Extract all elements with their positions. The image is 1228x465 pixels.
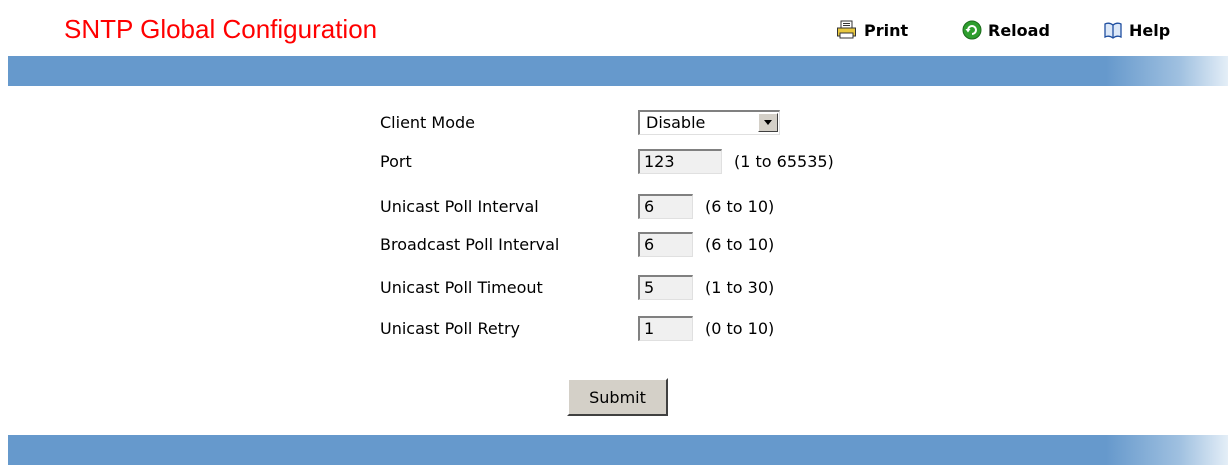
page-title: SNTP Global Configuration <box>64 14 378 44</box>
help-book-icon <box>1104 22 1122 39</box>
port-input[interactable]: 123 <box>638 148 722 174</box>
broadcast-poll-interval-range: (6 to 10) <box>705 234 775 254</box>
unicast-poll-timeout-range: (1 to 30) <box>705 277 775 297</box>
print-label: Print <box>864 20 909 40</box>
reload-label: Reload <box>988 20 1050 40</box>
client-mode-select[interactable]: Disable <box>638 109 780 135</box>
submit-button[interactable]: Submit <box>567 378 668 416</box>
unicast-poll-timeout-label: Unicast Poll Timeout <box>380 277 543 297</box>
port-row: Port 123 (1 to 65535) <box>380 146 834 176</box>
unicast-poll-timeout-row: Unicast Poll Timeout 5 (1 to 30) <box>380 272 774 302</box>
header-band <box>8 56 1228 86</box>
unicast-poll-interval-row: Unicast Poll Interval 6 (6 to 10) <box>380 191 774 221</box>
print-button[interactable]: Print <box>836 18 908 42</box>
unicast-poll-retry-label: Unicast Poll Retry <box>380 318 520 338</box>
chevron-down-icon <box>764 119 772 125</box>
footer-band <box>8 435 1228 465</box>
broadcast-poll-interval-row: Broadcast Poll Interval 6 (6 to 10) <box>380 229 774 259</box>
unicast-poll-interval-input[interactable]: 6 <box>638 193 693 219</box>
port-range: (1 to 65535) <box>734 151 834 171</box>
client-mode-label: Client Mode <box>380 112 475 132</box>
reload-button[interactable]: Reload <box>962 18 1050 42</box>
unicast-poll-interval-label: Unicast Poll Interval <box>380 196 539 216</box>
broadcast-poll-interval-input[interactable]: 6 <box>638 231 693 257</box>
unicast-poll-interval-range: (6 to 10) <box>705 196 775 216</box>
client-mode-row: Client Mode Disable <box>380 107 780 137</box>
client-mode-dropdown-button[interactable] <box>758 113 778 132</box>
printer-icon <box>837 20 856 39</box>
unicast-poll-retry-row: Unicast Poll Retry 1 (0 to 10) <box>380 313 774 343</box>
help-button[interactable]: Help <box>1103 18 1170 42</box>
unicast-poll-retry-range: (0 to 10) <box>705 318 775 338</box>
reload-icon <box>962 20 982 40</box>
client-mode-value: Disable <box>646 113 706 132</box>
unicast-poll-timeout-input[interactable]: 5 <box>638 274 693 300</box>
broadcast-poll-interval-label: Broadcast Poll Interval <box>380 234 560 254</box>
port-label: Port <box>380 151 412 171</box>
help-label: Help <box>1129 20 1171 40</box>
unicast-poll-retry-input[interactable]: 1 <box>638 315 693 341</box>
